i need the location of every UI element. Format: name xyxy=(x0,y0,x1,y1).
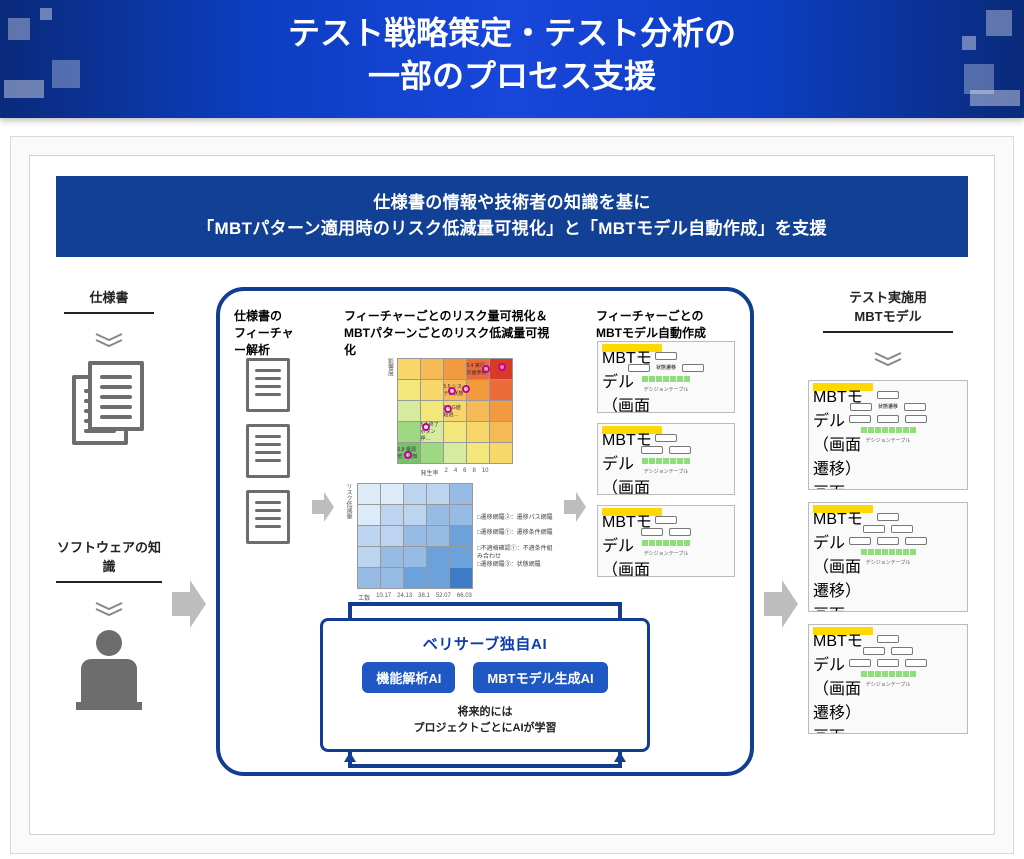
arrow-right-icon xyxy=(172,580,206,633)
heatmap1-xlabel: 発生率 xyxy=(420,468,438,477)
pipeline-row: 仕様書 ソフトウェアの知識 xyxy=(56,287,968,776)
document-icon xyxy=(246,358,290,412)
input-knowledge-label: ソフトウェアの知識 xyxy=(56,537,162,583)
ai-box-title: ベリサーブ独自AI xyxy=(337,633,633,654)
output-model-thumbnail: MBTモデル（画面遷移）画面 デシジョンテーブル xyxy=(808,502,968,612)
document-icon xyxy=(246,424,290,478)
risk-reduction-heatmap: 工数 10.1724.1338.152.0766.03 xyxy=(357,483,473,602)
input-spec-column: 仕様書 xyxy=(64,287,154,447)
output-column: テスト実施用 MBTモデル MBTモデル（画面遷移）画面 状態遷移デシジョンテー… xyxy=(808,287,968,734)
diagram-outer-frame: 仕様書の情報や技術者の知識を基に 「MBTパターン適用時のリスク低減量可視化」と… xyxy=(10,136,1014,854)
ai-box: ベリサーブ独自AI 機能解析AI MBTモデル生成AI 将来的にはプロジェクトご… xyxy=(320,618,650,752)
risk-heatmap: 5.4 実行計画参照 5.5 システム状態 5.6 G値超過… 5.7 終了ボタ… xyxy=(397,358,513,477)
ai-mbt-model-generation-button[interactable]: MBTモデル生成AI xyxy=(473,662,607,693)
model-tool-thumbnail: MBTモデル（画面遷移）画面 デシジョンテーブル xyxy=(597,505,735,577)
output-title: テスト実施用 MBTモデル xyxy=(823,287,953,333)
heatmap2-ylabel: リスク低減量 xyxy=(344,483,353,602)
output-model-thumbnail: MBTモデル（画面遷移）画面 デシジョンテーブル xyxy=(808,624,968,734)
process-col1-title: 仕様書の フィーチャー解析 xyxy=(234,307,302,358)
model-tool-thumbnail: MBTモデル（画面遷移）画面 デシジョンテーブル xyxy=(597,423,735,495)
output-model-thumbnail: MBTモデル（画面遷移）画面 状態遷移デシジョンテーブル xyxy=(808,380,968,490)
chevron-down-icon xyxy=(94,332,124,353)
process-panel: 仕様書の フィーチャー解析 フィーチャーごとのリスク量可視化＆ MBTパターンご… xyxy=(216,287,754,776)
ai-box-subtext: 将来的にはプロジェクトごとにAIが学習 xyxy=(337,703,633,735)
process-col-risk-visualization: フィーチャーごとのリスク量可視化＆ MBTパターンごとのリスク低減量可視化 影響… xyxy=(344,307,554,602)
heatmap2-legend: □遷移網羅②：遷移パス網羅 □遷移網羅①：遷移条件網羅 □不適格確認①：不適条件… xyxy=(477,515,554,570)
page-title: テスト戦略策定・テスト分析の 一部のプロセス支援 xyxy=(0,12,1024,98)
process-col-feature-analysis: 仕様書の フィーチャー解析 xyxy=(234,307,302,544)
feedback-arrows-icon xyxy=(320,598,650,620)
arrow-right-icon xyxy=(564,492,586,527)
process-col3-title: フィーチャーごとの MBTモデル自動作成 xyxy=(596,307,736,341)
arrow-right-icon xyxy=(312,492,334,527)
model-tool-thumbnail: MBTモデル（画面遷移）画面 状態遷移デシジョンテーブル xyxy=(597,341,735,413)
input-spec-label: 仕様書 xyxy=(64,287,154,314)
document-stack-icon xyxy=(72,361,146,447)
process-col2-title: フィーチャーごとのリスク量可視化＆ MBTパターンごとのリスク低減量可視化 xyxy=(344,307,554,358)
person-icon xyxy=(74,630,144,718)
arrow-right-icon xyxy=(764,580,798,633)
diagram-inner-frame: 仕様書の情報や技術者の知識を基に 「MBTパターン適用時のリスク低減量可視化」と… xyxy=(29,155,995,835)
chevron-down-icon xyxy=(873,351,903,372)
document-icon xyxy=(246,490,290,544)
process-col-model-autocreate: フィーチャーごとの MBTモデル自動作成 MBTモデル（画面遷移）画面 状態遷移… xyxy=(596,307,736,577)
input-knowledge-column: ソフトウェアの知識 xyxy=(56,537,162,718)
heatmap1-ylabel: 影響度 xyxy=(386,358,395,477)
ai-feature-analysis-button[interactable]: 機能解析AI xyxy=(362,662,455,693)
feedback-arrows-icon xyxy=(320,750,650,774)
chevron-down-icon xyxy=(94,601,124,622)
sub-banner: 仕様書の情報や技術者の知識を基に 「MBTパターン適用時のリスク低減量可視化」と… xyxy=(56,176,968,257)
title-banner: テスト戦略策定・テスト分析の 一部のプロセス支援 xyxy=(0,0,1024,118)
